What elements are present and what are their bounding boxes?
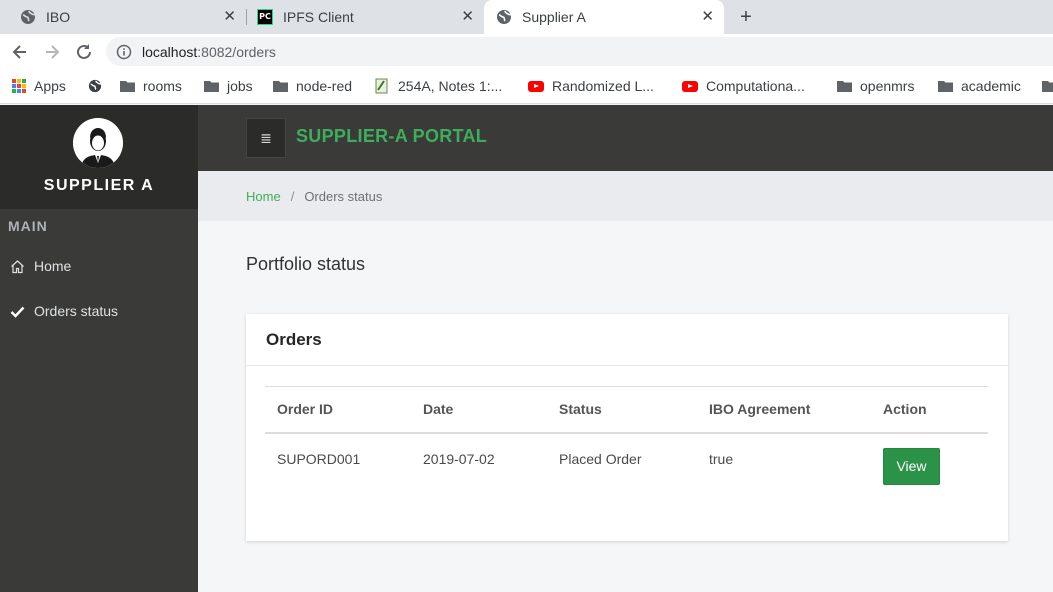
bookmark-openmrs[interactable]: openmrs (837, 69, 914, 103)
globe-icon (497, 10, 512, 24)
youtube-icon (528, 80, 544, 92)
cell-date: 2019-07-02 (423, 451, 495, 467)
check-icon (10, 306, 25, 318)
back-arrow-icon[interactable] (9, 41, 31, 63)
address-bar[interactable]: localhost:8082/orders (106, 37, 1053, 66)
bookmark-academic[interactable]: academic (938, 69, 1021, 103)
globe-icon (21, 10, 36, 24)
column-header-action: Action (871, 386, 988, 434)
sidebar-item-label: Orders status (34, 303, 119, 319)
browser-tab-supplier-a[interactable]: Supplier A ✕ (484, 0, 724, 34)
breadcrumb-separator: / (290, 188, 295, 204)
column-header-date: Date (411, 386, 547, 434)
breadcrumb-current: Orders status (304, 188, 383, 204)
browser-tab-ipfs-client[interactable]: PC IPFS Client ✕ (247, 0, 484, 34)
sidebar-section-label: MAIN (8, 218, 48, 234)
bookmark-apps[interactable]: Apps (12, 69, 66, 103)
bookmark-rooms[interactable]: rooms (120, 69, 182, 103)
tab-title: IPFS Client (283, 9, 354, 25)
folder-icon (837, 81, 852, 92)
card-title: Orders (266, 330, 322, 349)
orders-card: Orders Order ID Date Status IBO Agreemen… (246, 314, 1008, 541)
new-tab-button[interactable]: + (736, 6, 756, 28)
tab-title: Supplier A (522, 9, 586, 25)
column-header-ibo-agreement: IBO Agreement (697, 386, 871, 434)
bookmark-label: 254A, Notes 1:... (398, 78, 503, 94)
bookmark-jobs[interactable]: jobs (204, 69, 253, 103)
bookmark-label: rooms (143, 78, 182, 94)
bookmark-globe[interactable] (88, 69, 102, 103)
url-text: localhost:8082/orders (142, 44, 276, 60)
cell-action: View (871, 433, 988, 485)
forward-arrow-icon[interactable] (41, 41, 63, 63)
sidebar-item-home[interactable]: Home (0, 249, 198, 283)
brand-name: SUPPLIER A (43, 177, 155, 194)
folder-icon (120, 81, 135, 92)
cell-status: Placed Order (559, 451, 642, 467)
bookmark-overflow[interactable] (1042, 69, 1053, 103)
bookmark-label: openmrs (860, 78, 915, 94)
bookmark-computational[interactable]: Computationa... (682, 69, 805, 103)
sidebar-item-label: Home (34, 258, 72, 274)
table-header-row: Order ID Date Status IBO Agreement Actio… (265, 386, 988, 434)
browser-tab-strip: IBO ✕ PC IPFS Client ✕ Supplier A ✕ + (0, 0, 1053, 34)
cell-ibo-agreement: true (709, 451, 734, 467)
url-path: :8082/orders (197, 43, 276, 60)
close-tab-icon[interactable]: ✕ (461, 9, 474, 25)
bookmark-label: node-red (296, 78, 353, 94)
sidebar-profile: SUPPLIER A (0, 105, 198, 209)
sidebar: SUPPLIER A MAIN Home Orders status (0, 105, 198, 592)
table-row: SUPORD001 2019-07-02 Placed Order true V… (265, 433, 988, 485)
orders-table: Order ID Date Status IBO Agreement Actio… (265, 386, 988, 485)
bookmark-label: Randomized L... (552, 78, 654, 94)
reload-icon[interactable] (73, 41, 95, 63)
youtube-icon (682, 80, 698, 92)
bookmark-label: Computationa... (706, 78, 805, 94)
card-divider (246, 365, 1008, 366)
info-icon[interactable] (116, 44, 132, 60)
browser-tab-ibo[interactable]: IBO ✕ (8, 0, 246, 34)
breadcrumb: Home / Orders status (198, 171, 1053, 221)
url-host: localhost (142, 43, 198, 60)
bookmark-node-red[interactable]: node-red (273, 69, 352, 103)
bookmark-label: Apps (34, 78, 66, 94)
folder-icon (273, 81, 288, 92)
hamburger-icon: ≣ (260, 129, 272, 146)
bookmark-label: jobs (227, 78, 253, 94)
folder-icon (204, 81, 219, 92)
pycharm-icon: PC (257, 9, 273, 25)
bookmark-label: academic (961, 78, 1021, 94)
apps-grid-icon (12, 79, 26, 93)
user-avatar-icon (73, 118, 123, 168)
bookmarks-bar: Apps rooms jobs node-red 254A, Notes 1:.… (0, 69, 1053, 104)
avatar (73, 118, 123, 168)
cell-order-id: SUPORD001 (277, 451, 361, 467)
sidebar-item-orders-status[interactable]: Orders status (0, 294, 198, 328)
portal-header: ≣ SUPPLIER-A PORTAL (198, 105, 1053, 171)
bookmark-randomized[interactable]: Randomized L... (528, 69, 654, 103)
column-header-order-id: Order ID (265, 386, 411, 434)
portal-title: SUPPLIER-A PORTAL (296, 126, 488, 146)
globe-icon (88, 79, 102, 93)
close-tab-icon[interactable]: ✕ (223, 9, 236, 25)
close-tab-icon[interactable]: ✕ (701, 9, 714, 25)
breadcrumb-home-link[interactable]: Home (246, 189, 281, 204)
folder-icon (938, 81, 953, 92)
home-icon (11, 259, 24, 273)
folder-icon (1042, 81, 1053, 92)
page-title: Portfolio status (246, 254, 366, 274)
browser-toolbar: localhost:8082/orders (0, 34, 1053, 69)
view-order-button[interactable]: View (883, 447, 940, 485)
page-icon (375, 78, 388, 94)
column-header-status: Status (547, 386, 697, 434)
tab-title: IBO (46, 9, 71, 25)
bookmark-254a-notes[interactable]: 254A, Notes 1:... (374, 69, 502, 103)
menu-toggle-button[interactable]: ≣ (246, 118, 286, 158)
